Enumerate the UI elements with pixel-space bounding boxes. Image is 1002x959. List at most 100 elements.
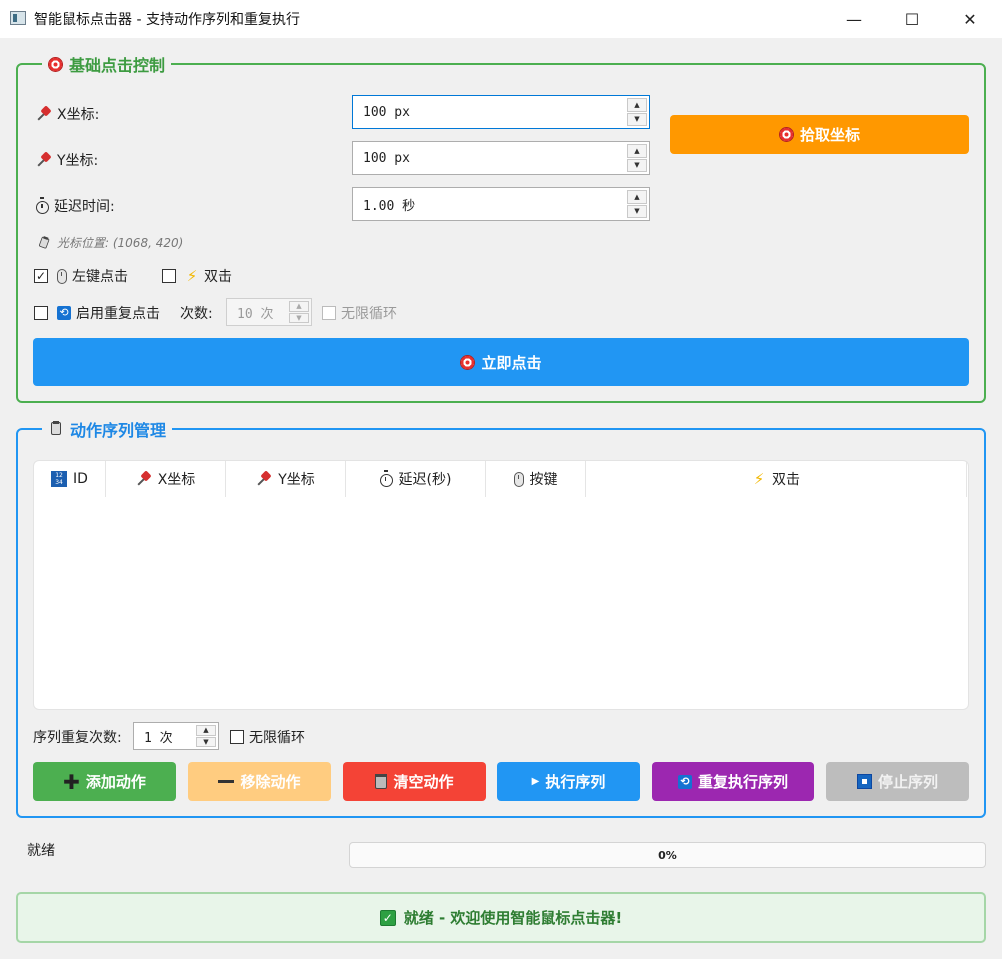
y-coordinate-value: 100 px (363, 150, 410, 166)
pin-icon (256, 471, 272, 487)
pin-icon (36, 152, 52, 168)
y-coordinate-spinbox[interactable]: 100 px ▲ ▼ (352, 141, 650, 175)
column-header-delay[interactable]: 延迟(秒) (346, 461, 486, 497)
sequence-up-arrow-icon[interactable]: ▲ (196, 725, 216, 736)
infinite-loop-label: 无限循环 (341, 306, 397, 322)
delay-spinbox[interactable]: 1.00 秒 ▲ ▼ (352, 187, 650, 221)
add-action-button[interactable]: ✚ 添加动作 (33, 762, 176, 801)
progress-bar: 0% (349, 842, 986, 868)
run-sequence-label: 执行序列 (545, 773, 606, 791)
x-down-arrow-icon[interactable]: ▼ (627, 112, 647, 126)
repeat-run-sequence-button[interactable]: ⟲ 重复执行序列 (652, 762, 814, 801)
pick-coordinate-label: 拾取坐标 (799, 126, 860, 144)
repeat-run-sequence-label: 重复执行序列 (697, 773, 788, 791)
pin-icon (36, 106, 52, 122)
stop-sequence-button[interactable]: 停止序列 (826, 762, 969, 801)
action-table[interactable]: 12 34 ID X坐标 Y坐标 延迟(秒) 按键 ⚡ 双击 (33, 460, 969, 710)
count-spinbox[interactable]: 10 次 ▲ ▼ (226, 298, 312, 326)
column-header-button[interactable]: 按键 (486, 461, 586, 497)
close-button[interactable]: ✕ (946, 0, 994, 38)
column-header-double[interactable]: ⚡ 双击 (586, 461, 967, 497)
basic-click-legend-text: 基础点击控制 (69, 56, 166, 75)
count-up-arrow-icon[interactable]: ▲ (289, 301, 309, 312)
click-now-label: 立即点击 (481, 353, 542, 372)
sequence-repeat-label: 序列重复次数: (33, 730, 122, 746)
x-coordinate-label: X坐标: (36, 104, 99, 124)
repeat-click-label: 启用重复点击 (76, 306, 160, 322)
sequence-repeat-value: 1 次 (144, 730, 173, 746)
trash-icon (375, 774, 388, 789)
y-coordinate-label: Y坐标: (36, 150, 98, 170)
minimize-button[interactable]: — (830, 0, 878, 38)
double-click-checkbox[interactable] (162, 269, 176, 283)
delay-label: 延迟时间: (36, 196, 115, 216)
lightning-icon: ⚡ (753, 470, 765, 488)
stop-sequence-label: 停止序列 (877, 773, 938, 791)
left-click-option[interactable]: ✓ 左键点击 (34, 266, 128, 286)
sequence-repeat-spinbox[interactable]: 1 次 ▲ ▼ (133, 722, 219, 750)
repeat-click-option[interactable]: ⟲ 启用重复点击 (34, 303, 160, 323)
progress-text: 0% (658, 848, 677, 862)
pick-coordinate-button[interactable]: 拾取坐标 (670, 115, 969, 154)
stopwatch-icon (36, 197, 49, 214)
status-text: 就绪 (27, 843, 55, 859)
mouse-icon (513, 471, 524, 487)
column-header-double-label: 双击 (772, 472, 800, 488)
target-icon (778, 127, 794, 142)
cursor-position: 光标位置: (1068, 420) (36, 234, 183, 251)
column-header-id[interactable]: 12 34 ID (34, 461, 106, 497)
column-header-id-label: ID (73, 471, 88, 487)
title-bar: 智能鼠标点击器 - 支持动作序列和重复执行 — ☐ ✕ (0, 0, 1002, 38)
stop-icon (856, 774, 872, 789)
repeat-icon: ⟲ (57, 306, 71, 320)
delay-down-arrow-icon[interactable]: ▼ (627, 204, 647, 218)
clear-actions-button[interactable]: 清空动作 (343, 762, 486, 801)
target-icon (460, 354, 476, 370)
count-value: 10 次 (237, 306, 274, 322)
sequence-infinite-checkbox[interactable] (230, 730, 244, 744)
remove-action-button[interactable]: 移除动作 (188, 762, 331, 801)
sequence-down-arrow-icon[interactable]: ▼ (196, 736, 216, 747)
status-banner-text: 就绪 - 欢迎使用智能鼠标点击器! (403, 909, 623, 927)
sequence-infinite-option[interactable]: 无限循环 (230, 727, 305, 747)
cursor-position-text: 光标位置: (1068, 420) (57, 236, 184, 250)
x-coordinate-spinbox[interactable]: 100 px ▲ ▼ (352, 95, 650, 129)
y-down-arrow-icon[interactable]: ▼ (627, 158, 647, 172)
window-title: 智能鼠标点击器 - 支持动作序列和重复执行 (34, 12, 300, 28)
x-coordinate-label-text: X坐标: (57, 107, 100, 123)
status-banner: ✓ 就绪 - 欢迎使用智能鼠标点击器! (16, 892, 986, 943)
infinite-loop-checkbox[interactable] (322, 306, 336, 320)
column-header-y[interactable]: Y坐标 (226, 461, 346, 497)
column-header-button-label: 按键 (529, 472, 558, 488)
lightning-icon: ⚡ (186, 267, 198, 285)
delay-value: 1.00 秒 (363, 198, 416, 214)
column-header-y-label: Y坐标 (278, 472, 315, 488)
left-click-checkbox[interactable]: ✓ (34, 269, 48, 283)
count-down-arrow-icon[interactable]: ▼ (289, 312, 309, 323)
mouse-icon (57, 268, 67, 284)
click-now-button[interactable]: 立即点击 (33, 338, 969, 386)
double-click-option[interactable]: ⚡ 双击 (162, 266, 232, 286)
column-header-x[interactable]: X坐标 (106, 461, 226, 497)
paperclip-icon (36, 234, 52, 250)
delay-label-text: 延迟时间: (54, 199, 115, 215)
maximize-button[interactable]: ☐ (888, 0, 936, 38)
minus-icon (218, 780, 235, 783)
run-sequence-button[interactable]: ▶ 执行序列 (497, 762, 640, 801)
x-up-arrow-icon[interactable]: ▲ (627, 98, 647, 112)
count-label: 次数: (180, 306, 213, 322)
target-icon (48, 56, 63, 72)
clipboard-icon (48, 421, 64, 437)
clear-actions-label: 清空动作 (393, 773, 454, 791)
infinite-loop-option[interactable]: 无限循环 (322, 303, 397, 323)
sequence-legend: 动作序列管理 (42, 417, 173, 441)
delay-up-arrow-icon[interactable]: ▲ (627, 190, 647, 204)
plus-icon: ✚ (63, 769, 80, 794)
repeat-click-checkbox[interactable] (34, 306, 48, 320)
pin-icon (136, 471, 152, 487)
column-header-x-label: X坐标 (157, 472, 196, 488)
y-up-arrow-icon[interactable]: ▲ (627, 144, 647, 158)
repeat-icon: ⟲ (677, 774, 692, 789)
double-click-label: 双击 (204, 269, 232, 285)
sequence-infinite-label: 无限循环 (249, 730, 305, 746)
